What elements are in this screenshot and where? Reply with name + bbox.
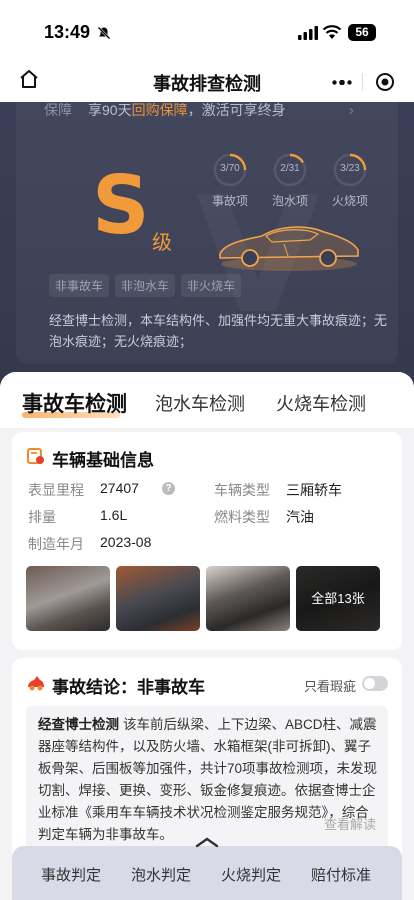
gauge-accident: 3/70 事故项: [212, 152, 248, 208]
tag-non-flood: 非泡水车: [115, 274, 176, 297]
report-hero: 保障享90天回购保障，激活可享终身 › V S 级 3/70 事故项 2/31 …: [0, 102, 414, 392]
info-grid: 表显里程 27407 ? 车辆类型 三厢轿车 排量 1.6L 燃料类型 汽油 制…: [28, 480, 398, 561]
anchor-flood[interactable]: 泡水判定: [131, 864, 191, 885]
tab-accident[interactable]: 事故车检测: [22, 388, 127, 418]
nav-bar: 事故排查检测: [0, 62, 414, 102]
grade-card: 保障享90天回购保障，激活可享终身 › V S 级 3/70 事故项 2/31 …: [16, 102, 398, 364]
car-outline-icon: [219, 226, 359, 271]
info-label: 车辆类型: [214, 482, 270, 498]
wifi-icon: [322, 25, 342, 39]
gauge-label: 事故项: [211, 194, 248, 208]
tag-non-accident: 非事故车: [49, 274, 110, 297]
info-label: 燃料类型: [214, 509, 270, 525]
guarantee-banner[interactable]: 保障 享90天回购保障，激活可享终身: [44, 102, 286, 120]
more-icon[interactable]: [332, 80, 352, 85]
defects-only-label: 只看瑕疵: [304, 679, 357, 694]
mini-program-capsule: [320, 66, 404, 98]
anchor-fire[interactable]: 火烧判定: [221, 864, 281, 885]
tab-flood[interactable]: 泡水车检测: [155, 390, 245, 416]
accident-car-icon: [28, 676, 44, 691]
chevron-right-icon[interactable]: ›: [349, 102, 354, 120]
info-value: 汽油: [286, 509, 314, 525]
status-bar: 13:49 56: [0, 0, 414, 62]
close-miniprogram-icon[interactable]: [375, 72, 395, 92]
info-value: 三厢轿车: [286, 482, 342, 498]
hero-description: 经查博士检测，本车结构件、加强件均无重大事故痕迹；无泡水痕迹；无火烧痕迹；: [49, 313, 388, 349]
defects-only-toggle[interactable]: [362, 676, 388, 691]
vehicle-photos: 全部13张: [26, 566, 380, 631]
info-value: 1.6L: [100, 507, 128, 523]
info-value: 27407: [100, 480, 139, 496]
anchor-compensation[interactable]: 赔付标准: [311, 864, 371, 885]
gauge-value: 2/31: [280, 163, 300, 174]
gauge-value: 3/70: [220, 163, 240, 174]
info-row: 排量 1.6L 燃料类型 汽油: [28, 507, 398, 534]
help-icon[interactable]: ?: [162, 482, 175, 495]
bottom-anchor-nav: 事故判定 泡水判定 火烧判定 赔付标准: [12, 837, 402, 900]
info-value: 2023-08: [100, 534, 152, 550]
guarantee-highlight: 回购保障: [131, 102, 188, 118]
status-time: 13:49: [44, 22, 91, 42]
tab-bar: 事故车检测 泡水车检测 火烧车检测: [0, 372, 414, 428]
gauge-label: 泡水项: [271, 194, 308, 208]
conclusion-title: 事故结论：非事故车: [52, 678, 205, 697]
info-label: 排量: [28, 509, 56, 525]
basic-info-title: 车辆基础信息: [52, 451, 154, 470]
info-row: 表显里程 27407 ? 车辆类型 三厢轿车: [28, 480, 398, 507]
car-info-icon: [27, 448, 44, 464]
all-photos-label: 全部13张: [296, 566, 380, 631]
guarantee-label: 保障: [44, 102, 72, 118]
vehicle-photo[interactable]: [206, 566, 290, 631]
gauge-flood: 2/31 泡水项: [272, 152, 308, 208]
all-photos-button[interactable]: 全部13张: [296, 566, 380, 631]
tag-non-fire: 非火烧车: [181, 274, 242, 297]
vehicle-photo[interactable]: [26, 566, 110, 631]
grade-letter: S: [92, 159, 150, 252]
expert-badge: 经查博士检测: [38, 717, 119, 732]
gauge-label: 火烧项: [331, 194, 368, 208]
battery-icon: 56: [348, 24, 376, 41]
signal-icon: [298, 26, 318, 40]
gauge-value: 3/23: [340, 163, 360, 174]
status-tags: 非事故车 非泡水车 非火烧车: [49, 274, 242, 297]
grade-suffix: 级: [152, 232, 172, 254]
toggle-knob: [364, 678, 375, 689]
bell-muted-icon: [97, 26, 111, 40]
info-label: 表显里程: [28, 482, 84, 498]
info-row: 制造年月 2023-08: [28, 534, 398, 561]
anchor-accident[interactable]: 事故判定: [41, 864, 101, 885]
read-more-link[interactable]: 查看解读: [324, 814, 376, 833]
info-label: 制造年月: [28, 536, 84, 552]
chevron-up-icon[interactable]: [195, 836, 219, 848]
guarantee-text-post: ，激活可享终身: [187, 102, 286, 118]
report-sheet: 事故车检测 泡水车检测 火烧车检测 车辆基础信息 表显里程 27407 ? 车辆…: [0, 372, 414, 900]
basic-info-card: 车辆基础信息 表显里程 27407 ? 车辆类型 三厢轿车 排量 1.6L 燃料…: [12, 432, 402, 650]
gauge-fire: 3/23 火烧项: [332, 152, 368, 208]
vehicle-photo[interactable]: [116, 566, 200, 631]
tab-fire[interactable]: 火烧车检测: [276, 390, 366, 416]
guarantee-text-pre: 享90天: [88, 102, 132, 118]
capsule-divider: [362, 73, 363, 91]
